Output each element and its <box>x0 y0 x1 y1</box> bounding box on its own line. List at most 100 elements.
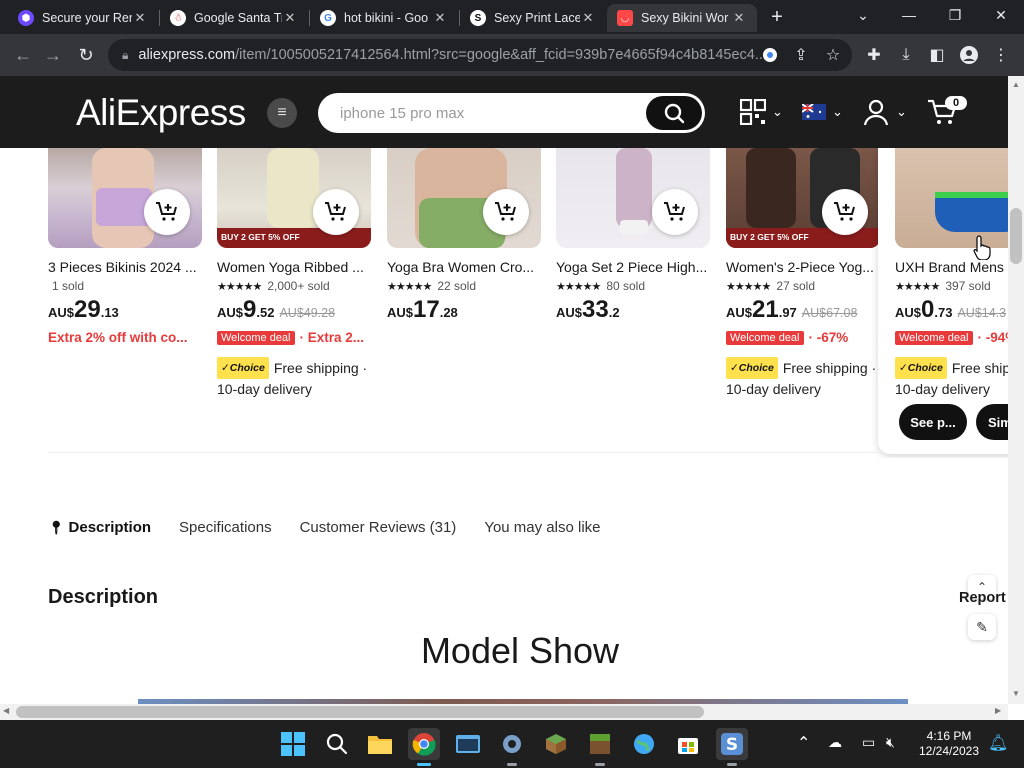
product-rating: ★★★★★ 80 sold <box>556 279 645 293</box>
reload-icon[interactable]: ↻ <box>73 42 99 68</box>
search-icon[interactable] <box>321 728 353 760</box>
extensions-icon[interactable]: ✚ <box>862 43 886 67</box>
product-title[interactable]: Women's 2-Piece Yog... <box>726 259 886 275</box>
product-title[interactable]: Yoga Bra Women Cro... <box>387 259 547 275</box>
product-image[interactable] <box>895 148 1008 248</box>
download-icon[interactable]: ⤓ <box>894 43 918 67</box>
scroll-left-arrow-icon[interactable]: ◀ <box>3 706 9 715</box>
vertical-scrollbar[interactable] <box>1008 76 1024 704</box>
google-icon: G <box>320 10 336 26</box>
close-icon[interactable]: ✕ <box>282 10 298 26</box>
close-icon[interactable]: ✕ <box>731 10 747 26</box>
tab-title: hot bikini - Goo <box>344 11 429 25</box>
google-lens-icon[interactable] <box>758 43 782 67</box>
vertical-scroll-thumb[interactable] <box>1010 208 1022 264</box>
tab-you-may-also-like[interactable]: You may also like <box>484 519 600 539</box>
minecraft-icon[interactable] <box>540 728 572 760</box>
see-preview-button[interactable]: See p... <box>899 404 967 440</box>
tab-title: Sexy Bikini Wor <box>641 11 729 25</box>
section-divider <box>48 452 878 453</box>
search-input[interactable] <box>340 102 640 124</box>
share-icon[interactable]: ⇪ <box>789 43 813 67</box>
product-price: AU$29.13 <box>48 296 119 323</box>
add-to-cart-button[interactable] <box>144 189 190 235</box>
search-button[interactable] <box>646 96 702 130</box>
hamburger-menu-icon[interactable]: ≡ <box>267 98 297 128</box>
original-price: AU$49.28 <box>279 306 336 320</box>
aliexpress-icon: ◡ <box>617 10 633 26</box>
account-menu[interactable]: ⌄ <box>862 96 907 128</box>
close-icon[interactable]: ✕ <box>432 10 448 26</box>
globe-icon[interactable] <box>628 728 660 760</box>
promo-badge: BUY 2 GET 5% OFF <box>730 232 809 242</box>
windows-explorer-icon[interactable] <box>452 728 484 760</box>
browser-tab[interactable]: ☃ Google Santa Tr ✕ <box>160 4 308 32</box>
scroll-right-arrow-icon[interactable]: ▶ <box>995 706 1001 715</box>
clock-date: 12/24/2023 <box>918 744 980 758</box>
network-icon[interactable]: ☁ <box>828 734 842 751</box>
add-to-cart-button[interactable] <box>483 189 529 235</box>
santa-icon: ☃ <box>170 10 186 26</box>
microsoft-store-icon[interactable] <box>672 728 704 760</box>
add-to-cart-button[interactable] <box>652 189 698 235</box>
product-title[interactable]: 3 Pieces Bikinis 2024 ... <box>48 259 208 275</box>
close-icon[interactable]: ✕ <box>132 10 148 26</box>
coupon-offer: Extra 2% off with co... <box>48 330 188 345</box>
product-price: AU$17.28 <box>387 296 458 323</box>
horizontal-scroll-thumb[interactable] <box>16 706 704 718</box>
display-icon[interactable]: ▭ <box>862 734 875 751</box>
forward-icon[interactable]: → <box>40 42 66 68</box>
browser-tab-active[interactable]: ◡ Sexy Bikini Wor ✕ <box>607 4 757 32</box>
close-icon[interactable]: ✕ <box>580 10 596 26</box>
app-s-icon[interactable]: S <box>716 728 748 766</box>
svg-text:S: S <box>726 735 738 755</box>
notification-bell-icon[interactable]: 🔔︎ <box>988 733 1008 753</box>
windows-start-icon[interactable] <box>277 728 309 760</box>
add-to-cart-button[interactable] <box>822 189 868 235</box>
address-bar[interactable]: 🔒︎ aliexpress.com /item/1005005217412564… <box>108 39 852 71</box>
deal-info: Welcome deal · -67% <box>726 330 848 345</box>
scroll-down-arrow-icon[interactable]: ▼ <box>1010 689 1022 698</box>
region-selector[interactable]: ⌄ <box>802 96 843 128</box>
aliexpress-logo[interactable]: AliExpress <box>76 92 246 134</box>
minimize-icon[interactable]: — <box>886 0 932 30</box>
system-clock[interactable]: 4:16 PM 12/24/2023 <box>914 729 984 759</box>
hand-cursor-icon <box>973 235 991 260</box>
settings-gear-icon[interactable] <box>496 728 528 766</box>
bookmark-star-icon[interactable]: ☆ <box>821 43 845 67</box>
chevron-up-icon[interactable]: ⌃ <box>797 733 810 753</box>
site-header: AliExpress ≡ ⌄ ⌄ ⌄ 0 <box>0 76 1008 148</box>
user-icon <box>863 99 889 126</box>
chrome-menu-icon[interactable]: ⋮ <box>989 43 1013 67</box>
product-title[interactable]: Women Yoga Ribbed ... <box>217 259 377 275</box>
back-icon[interactable]: ← <box>10 42 36 68</box>
similar-items-button[interactable]: Sim <box>976 404 1008 440</box>
volume-muted-icon[interactable]: 🔇︎ <box>886 734 895 751</box>
browser-tab[interactable]: S Sexy Print Lace ✕ <box>460 4 606 32</box>
tab-customer-reviews[interactable]: Customer Reviews (31) <box>300 519 457 539</box>
windows-taskbar: S ⌃ ☁ ▭ 🔇︎ 4:16 PM 12/24/2023 🔔︎ <box>0 720 1024 768</box>
report-link[interactable]: Report <box>959 590 1006 606</box>
product-title[interactable]: UXH Brand Mens <box>895 259 1008 275</box>
chrome-icon[interactable] <box>408 728 440 766</box>
qr-code-icon[interactable]: ⌄ <box>740 96 783 128</box>
product-price: AU$0.73 AU$14.3 <box>895 296 1007 323</box>
sold-count: 1 sold <box>52 279 85 293</box>
tab-description[interactable]: 📍︎ Description <box>48 519 151 539</box>
tab-specifications[interactable]: Specifications <box>179 519 272 539</box>
profile-icon[interactable] <box>957 43 981 67</box>
minecraft-launcher-icon[interactable] <box>584 728 616 766</box>
new-tab-icon[interactable]: + <box>766 5 788 29</box>
restore-icon[interactable]: ❐ <box>932 0 978 30</box>
window-close-icon[interactable]: ✕ <box>978 0 1024 30</box>
tab-search-icon[interactable]: ⌄ <box>840 0 886 30</box>
product-title[interactable]: Yoga Set 2 Piece High... <box>556 259 716 275</box>
file-explorer-icon[interactable] <box>364 728 396 760</box>
location-pin-icon: 📍︎ <box>48 520 65 535</box>
scroll-up-arrow-icon[interactable]: ▲ <box>1010 80 1022 89</box>
browser-tab[interactable]: G hot bikini - Goo ✕ <box>310 4 458 32</box>
add-to-cart-button[interactable] <box>313 189 359 235</box>
sold-count: 80 sold <box>606 279 646 293</box>
side-panel-icon[interactable]: ◧ <box>925 43 949 67</box>
browser-tab[interactable]: ⬢ Secure your Ren ✕ <box>8 4 158 32</box>
